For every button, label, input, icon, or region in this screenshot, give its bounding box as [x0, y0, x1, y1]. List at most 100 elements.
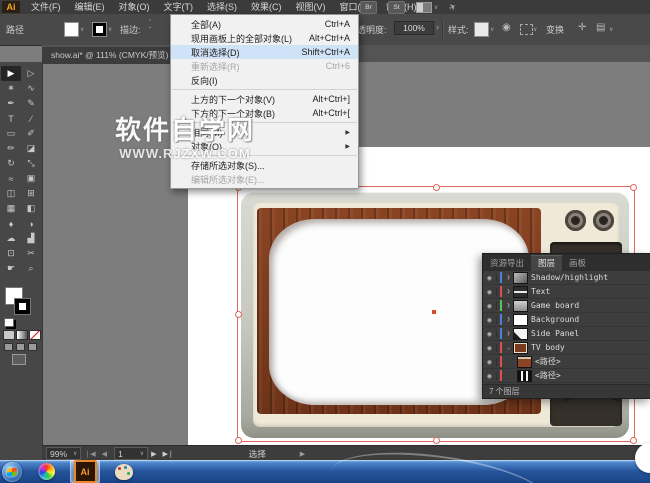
visibility-eye-icon[interactable]: ◉	[483, 302, 497, 310]
rotate-tool[interactable]: ↻	[1, 156, 21, 171]
menu-effect[interactable]: 效果(C)	[244, 0, 289, 14]
menu-item-next-object-below[interactable]: 下方的下一个对象(B) Alt+Ctrl+[	[171, 106, 358, 120]
none-mode-button[interactable]	[29, 330, 41, 340]
layer-thumbnail[interactable]	[513, 342, 528, 354]
perspective-grid-tool[interactable]: ⊞	[21, 186, 41, 201]
symbol-sprayer-tool[interactable]: ☁	[1, 231, 21, 246]
bridge-button[interactable]: Br	[360, 1, 377, 14]
document-tab[interactable]: show.ai* @ 111% (CMYK/预览)	[42, 47, 178, 64]
eraser-tool[interactable]: ◪	[21, 141, 41, 156]
layer-thumbnail[interactable]	[513, 286, 528, 298]
expand-chevron-icon[interactable]: ❯	[504, 330, 513, 337]
menu-item-object[interactable]: 对象(O) ▶	[171, 139, 358, 153]
menu-object[interactable]: 对象(O)	[112, 0, 157, 14]
layer-row-text[interactable]: ◉ ❯ Text	[483, 285, 650, 299]
menu-select[interactable]: 选择(S)	[200, 0, 244, 14]
chevron-down-icon[interactable]: ∨	[108, 26, 112, 33]
selection-handle-ml[interactable]	[235, 311, 242, 318]
expand-chevron-icon[interactable]: ❯	[504, 288, 513, 295]
layer-row-tv-body[interactable]: ◉ ⌄ TV body	[483, 341, 650, 355]
panel-options-icon[interactable]: ▤	[596, 22, 605, 33]
stroke-color-swatch[interactable]	[14, 298, 31, 315]
layer-name[interactable]: Text	[531, 287, 550, 296]
layer-row-background[interactable]: ◉ ❯ Background	[483, 313, 650, 327]
style-swatch[interactable]	[474, 22, 489, 37]
layer-name[interactable]: Background	[531, 315, 579, 324]
arrange-documents-button[interactable]: ∨	[416, 2, 438, 13]
artboard-number-dropdown[interactable]: 1 ∨	[114, 447, 148, 460]
artboard-tool[interactable]: ⊡	[1, 246, 21, 261]
visibility-eye-icon[interactable]: ◉	[483, 274, 497, 282]
graph-tool[interactable]: ▟	[21, 231, 41, 246]
taskbar-item-paint[interactable]	[110, 461, 138, 482]
width-tool[interactable]: ≈	[1, 171, 21, 186]
layer-name[interactable]: Game board	[531, 301, 579, 310]
menu-item-save-selection[interactable]: 存储所选对象(S)...	[171, 158, 358, 172]
last-artboard-button[interactable]: ▶❘	[162, 450, 173, 458]
menu-item-all-on-artboard[interactable]: 现用画板上的全部对象(L) Alt+Ctrl+A	[171, 31, 358, 45]
lasso-tool[interactable]: ∿	[21, 81, 41, 96]
eyedropper-tool[interactable]: ♦	[1, 216, 21, 231]
next-artboard-button[interactable]: ▶	[151, 450, 156, 458]
color-mode-button[interactable]	[3, 330, 15, 340]
stroke-stepper[interactable]: ⌃⌄	[148, 20, 152, 30]
first-artboard-button[interactable]: ❘◀	[84, 450, 95, 458]
align-icon[interactable]: ✛	[578, 22, 586, 33]
layer-name[interactable]: <路径>	[535, 356, 561, 367]
menu-item-same[interactable]: 相同(M) ▶	[171, 125, 358, 139]
tab-layers[interactable]: 图层	[531, 255, 562, 271]
selection-handle-tm[interactable]	[433, 184, 440, 191]
layer-name[interactable]: <路径>	[535, 370, 561, 381]
previous-artboard-button[interactable]: ◀	[102, 450, 107, 458]
layer-name[interactable]: Side Panel	[531, 329, 579, 338]
opacity-value-field[interactable]: 100%	[394, 21, 434, 35]
expand-chevron-icon[interactable]: ❯	[504, 316, 513, 323]
zoom-level-dropdown[interactable]: 99% ∨	[46, 447, 81, 460]
hand-tool[interactable]: ☛	[1, 261, 21, 276]
scale-tool[interactable]: ⤡	[21, 156, 41, 171]
taskbar-item-browser[interactable]	[32, 461, 60, 482]
selection-tool[interactable]: ▶	[1, 66, 21, 81]
shape-builder-tool[interactable]: ◫	[1, 186, 21, 201]
selection-handle-bl[interactable]	[235, 437, 242, 444]
stock-button[interactable]: St	[388, 1, 405, 14]
zoom-tool[interactable]: ⌕	[21, 261, 41, 276]
layer-name[interactable]: TV body	[531, 343, 565, 352]
chevron-down-icon[interactable]: ∨	[490, 26, 494, 33]
menu-item-deselect[interactable]: 取消选择(D) Shift+Ctrl+A	[171, 45, 358, 59]
menu-view[interactable]: 视图(V)	[289, 0, 333, 14]
menu-file[interactable]: 文件(F)	[24, 0, 68, 14]
transform-label[interactable]: 变换	[546, 23, 564, 36]
menu-edit[interactable]: 编辑(E)	[68, 0, 112, 14]
selection-handle-bm[interactable]	[433, 437, 440, 444]
visibility-eye-icon[interactable]: ◉	[483, 358, 497, 366]
fill-swatch[interactable]	[64, 22, 79, 37]
line-segment-tool[interactable]: ∕	[21, 111, 41, 126]
screen-mode-button[interactable]	[12, 354, 26, 365]
draw-inside-button[interactable]	[28, 343, 37, 351]
draw-normal-button[interactable]	[4, 343, 13, 351]
layer-row-side-panel[interactable]: ◉ ❯ Side Panel	[483, 327, 650, 341]
mesh-tool[interactable]: ▦	[1, 201, 21, 216]
layer-row-path-2[interactable]: ◉ <路径>	[483, 369, 650, 383]
gpu-performance-icon[interactable]: ✈	[447, 1, 459, 14]
free-transform-tool[interactable]: ▣	[21, 171, 41, 186]
status-expand-icon[interactable]: ▶	[300, 450, 305, 458]
slice-tool[interactable]: ✂	[21, 246, 41, 261]
menu-type[interactable]: 文字(T)	[157, 0, 201, 14]
selection-handle-tr[interactable]	[630, 184, 637, 191]
visibility-eye-icon[interactable]: ◉	[483, 316, 497, 324]
chevron-down-icon[interactable]: ∨	[80, 26, 84, 33]
tab-artboards[interactable]: 画板	[562, 256, 593, 271]
rectangle-tool[interactable]: ▭	[1, 126, 21, 141]
expand-chevron-icon[interactable]: ❯	[504, 302, 513, 309]
visibility-eye-icon[interactable]: ◉	[483, 288, 497, 296]
start-button[interactable]	[2, 462, 22, 482]
layer-row-game-board[interactable]: ◉ ❯ Game board	[483, 299, 650, 313]
gradient-mode-button[interactable]	[16, 330, 28, 340]
layer-thumbnail[interactable]	[517, 356, 532, 368]
visibility-eye-icon[interactable]: ◉	[483, 372, 497, 380]
layer-name[interactable]: Shadow/highlight	[531, 273, 608, 282]
blend-tool[interactable]: ◑	[21, 216, 41, 231]
pen-tool[interactable]: ✒	[1, 96, 21, 111]
